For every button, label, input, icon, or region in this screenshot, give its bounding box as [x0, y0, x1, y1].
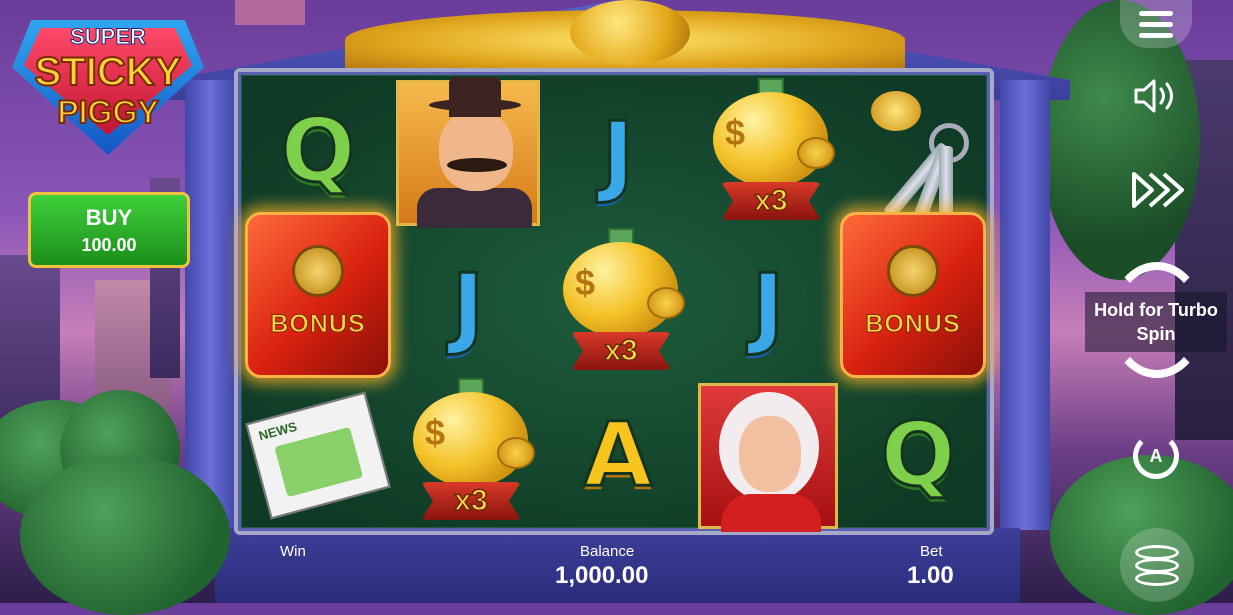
bet-value: 1.00 — [907, 562, 954, 589]
banker-mustache — [447, 158, 507, 172]
reel-cell: BONUS — [243, 212, 393, 378]
background-building — [235, 0, 305, 25]
reel-cell: $ x3 — [543, 222, 693, 382]
symbol-bonus-safe: BONUS — [245, 212, 391, 378]
balance-value: 1,000.00 — [555, 562, 649, 589]
piggy-snout — [497, 437, 535, 469]
buy-button-price: 100.00 — [81, 235, 137, 255]
reel-cell: Q — [843, 382, 993, 528]
symbol-q: Q — [879, 403, 957, 506]
bonus-label: BONUS — [865, 310, 961, 339]
roof-piggy-bank — [570, 0, 690, 65]
reel-cell — [846, 78, 996, 236]
turbo-spin-hint: Hold for Turbo Spin — [1085, 292, 1227, 352]
symbol-sticky-piggy: $ x3 — [403, 378, 535, 522]
reel-cell: J — [543, 82, 693, 228]
lady-face — [739, 416, 801, 492]
gold-coin-icon — [871, 91, 921, 131]
piggy-snout — [647, 287, 685, 319]
reel-cell: $ x3 — [393, 372, 543, 532]
reel-cell: J — [693, 234, 843, 380]
multiplier-value: x3 — [604, 333, 639, 368]
sound-toggle-button[interactable] — [1120, 68, 1192, 124]
fast-forward-icon — [1132, 172, 1184, 208]
dollar-sign-icon: $ — [425, 412, 446, 453]
top-hat-icon — [449, 77, 501, 117]
symbol-a: A — [582, 403, 653, 506]
multiplier-badge: x3 — [571, 332, 671, 370]
bet-settings-button[interactable] — [1120, 528, 1194, 602]
symbol-newspaper: NEWS — [245, 391, 391, 519]
symbol-sticky-piggy: $ x3 — [703, 78, 835, 222]
foreground-bush — [20, 455, 230, 615]
logo-super-text: SUPER — [70, 24, 147, 50]
game-logo: SUPER STICKY PIGGY — [12, 20, 204, 155]
reel-cell: J — [393, 234, 543, 380]
symbol-lady — [698, 383, 838, 532]
symbol-j: J — [750, 255, 786, 358]
multiplier-badge: x3 — [721, 182, 821, 220]
turbo-button[interactable] — [1120, 162, 1192, 218]
symbol-sticky-piggy: $ x3 — [553, 228, 685, 372]
lady-dress — [721, 494, 821, 532]
multiplier-value: x3 — [754, 183, 789, 218]
win-label: Win — [280, 543, 306, 560]
coin-stack-icon — [1135, 544, 1179, 586]
newspaper-headline: NEWS — [257, 418, 299, 443]
autoplay-icon: A — [1133, 433, 1179, 479]
symbol-q: Q — [279, 99, 357, 202]
reel-cell: $ x3 — [693, 72, 843, 232]
multiplier-badge: x3 — [421, 482, 521, 520]
autoplay-button[interactable]: A — [1120, 428, 1192, 484]
banker-face — [439, 111, 513, 191]
piggy-snout — [797, 137, 835, 169]
symbol-bonus-safe: BONUS — [840, 212, 986, 378]
safe-dial-icon — [292, 245, 344, 297]
reel-cell: A — [543, 382, 693, 528]
symbol-keys — [861, 91, 981, 236]
reel-grid: Q BONUS NEWS J $ x3 J $ x3 A $ x3 J BONU… — [234, 68, 994, 535]
hamburger-menu-icon — [1139, 5, 1173, 44]
symbol-j: J — [600, 103, 636, 206]
symbol-j: J — [450, 255, 486, 358]
safe-dial-icon — [887, 245, 939, 297]
dollar-sign-icon: $ — [725, 112, 746, 153]
speaker-icon — [1134, 79, 1173, 113]
buy-feature-button[interactable]: BUY 100.00 — [28, 192, 190, 268]
menu-button[interactable] — [1120, 0, 1192, 48]
reel-cell: Q — [243, 78, 393, 224]
dollar-sign-icon: $ — [575, 262, 596, 303]
bet-label: Bet — [920, 543, 943, 560]
symbol-banker — [396, 77, 540, 228]
autoplay-label: A — [1149, 445, 1163, 466]
bank-column-right — [1000, 80, 1050, 530]
multiplier-value: x3 — [454, 483, 489, 518]
reel-cell: NEWS — [243, 382, 393, 528]
buy-button-label: BUY — [85, 205, 133, 230]
logo-piggy-text: PIGGY — [56, 93, 159, 131]
logo-sticky-text: STICKY — [34, 49, 183, 95]
newspaper-piggy-image — [274, 426, 364, 497]
banker-suit — [417, 188, 532, 228]
balance-label: Balance — [580, 543, 635, 560]
reel-cell: BONUS — [838, 212, 988, 378]
spin-button[interactable]: Hold for Turbo Spin — [1085, 262, 1227, 382]
bonus-label: BONUS — [270, 310, 366, 339]
